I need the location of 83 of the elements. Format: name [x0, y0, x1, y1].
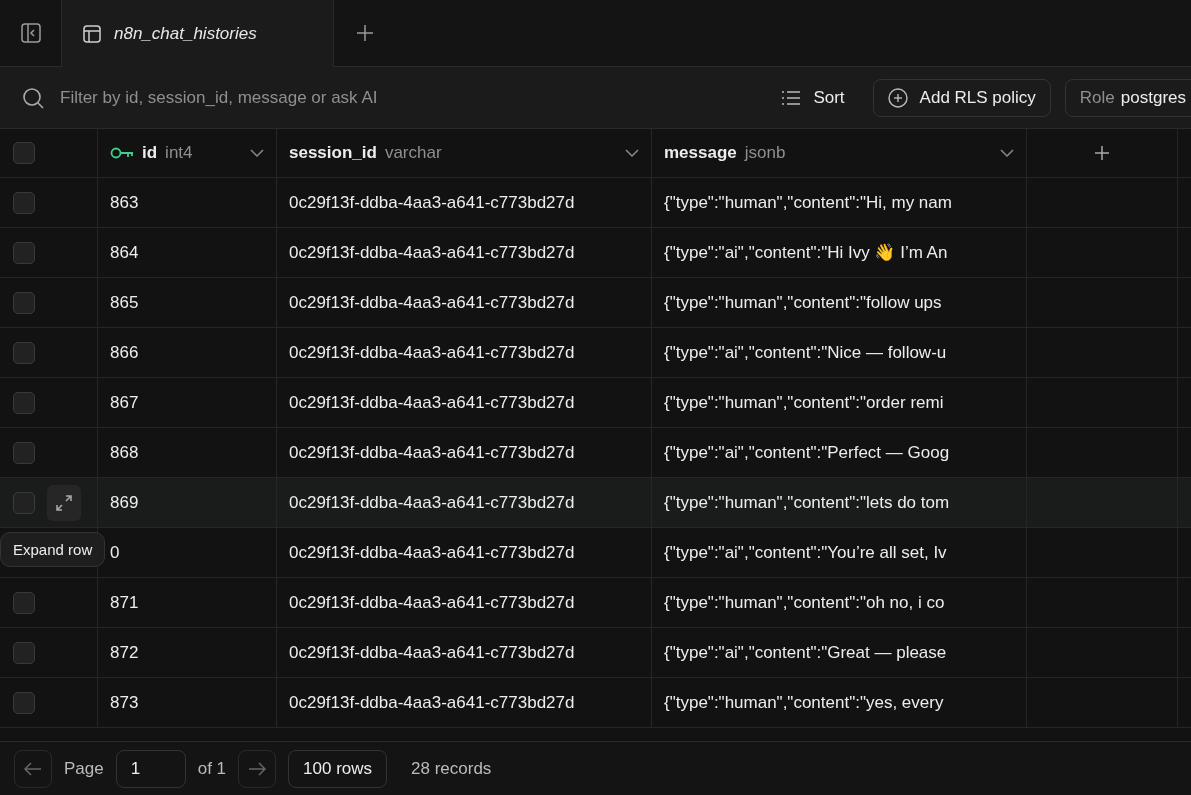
- table-cell: 0c29f13f-ddba-4aa3-a641-c773bd27d: [277, 278, 652, 327]
- table-cell: {"type":"human","content":"oh no, i co: [652, 578, 1027, 627]
- row-checkbox[interactable]: [13, 591, 35, 614]
- page-label: Page: [64, 758, 104, 779]
- table-row[interactable]: 866 0c29f13f-ddba-4aa3-a641-c773bd27d {"type":"ai","content":"Nice — follow-u: [0, 328, 1191, 378]
- table-cell: 869: [98, 478, 277, 527]
- table-cell: 0c29f13f-ddba-4aa3-a641-c773bd27d: [277, 328, 652, 377]
- add-column-icon[interactable]: [1094, 145, 1110, 161]
- table-cell: 0c29f13f-ddba-4aa3-a641-c773bd27d: [277, 378, 652, 427]
- table-cell: {"type":"human","content":"yes, every: [652, 678, 1027, 727]
- table-cell: {"type":"ai","content":"Hi Ivy 👋 I’m An: [652, 228, 1027, 277]
- page-field[interactable]: 1: [115, 749, 186, 788]
- table-cell: {"type":"human","content":"follow ups: [652, 278, 1027, 327]
- table-cell: {"type":"ai","content":"You’re all set, Iv: [652, 528, 1027, 577]
- role-dropdown[interactable]: Role postgres: [1064, 78, 1191, 117]
- table-cell: 864: [98, 228, 277, 277]
- record-count: 28 records: [411, 758, 492, 779]
- table-cell: 0c29f13f-ddba-4aa3-a641-c773bd27d: [277, 228, 652, 277]
- sort-button[interactable]: Sort: [767, 78, 859, 117]
- table-tab[interactable]: n8n_chat_histories: [62, 0, 334, 67]
- table-cell: 0c29f13f-ddba-4aa3-a641-c773bd27d: [277, 678, 652, 727]
- add-tab-icon[interactable]: [356, 24, 374, 42]
- table-cell: {"type":"human","content":"Hi, my nam: [652, 178, 1027, 227]
- add-policy-button[interactable]: Add RLS policy: [872, 78, 1051, 117]
- table-row[interactable]: 869 0c29f13f-ddba-4aa3-a641-c773bd27d {"type":"human","content":"lets do tom: [0, 478, 1191, 528]
- table-cell: 0c29f13f-ddba-4aa3-a641-c773bd27d: [277, 628, 652, 677]
- list-icon: [781, 89, 802, 106]
- row-checkbox[interactable]: [13, 191, 35, 214]
- row-checkbox[interactable]: [13, 691, 35, 714]
- table-cell: 0c29f13f-ddba-4aa3-a641-c773bd27d: [277, 478, 652, 527]
- table-cell: 871: [98, 578, 277, 627]
- table-row[interactable]: 865 0c29f13f-ddba-4aa3-a641-c773bd27d {"type":"human","content":"follow ups: [0, 278, 1191, 328]
- table-cell: {"type":"human","content":"lets do tom: [652, 478, 1027, 527]
- table-cell: 863: [98, 178, 277, 227]
- select-all-checkbox[interactable]: [13, 142, 35, 164]
- table-icon: [82, 23, 102, 44]
- next-page-button[interactable]: [238, 749, 277, 788]
- row-checkbox[interactable]: [13, 341, 35, 364]
- table-row[interactable]: 873 0c29f13f-ddba-4aa3-a641-c773bd27d {"type":"human","content":"yes, every: [0, 678, 1191, 728]
- table-cell: {"type":"ai","content":"Perfect — Goog: [652, 428, 1027, 477]
- sidebar-toggle-icon[interactable]: [19, 22, 42, 44]
- table-cell: 0c29f13f-ddba-4aa3-a641-c773bd27d: [277, 528, 652, 577]
- previous-page-button[interactable]: [14, 749, 52, 788]
- table-row[interactable]: 871 0c29f13f-ddba-4aa3-a641-c773bd27d {"type":"human","content":"oh no, i co: [0, 578, 1191, 628]
- table-cell: 872: [98, 628, 277, 677]
- row-checkbox[interactable]: [13, 241, 35, 264]
- table-row[interactable]: 864 0c29f13f-ddba-4aa3-a641-c773bd27d {"type":"ai","content":"Hi Ivy 👋 I’m An: [0, 228, 1191, 278]
- arrow-right-icon: [248, 761, 267, 776]
- table-row[interactable]: 872 0c29f13f-ddba-4aa3-a641-c773bd27d {"type":"ai","content":"Great — please: [0, 628, 1191, 678]
- table-cell: 867: [98, 378, 277, 427]
- table-cell: 0c29f13f-ddba-4aa3-a641-c773bd27d: [277, 428, 652, 477]
- table-row[interactable]: 863 0c29f13f-ddba-4aa3-a641-c773bd27d {"type":"human","content":"Hi, my nam: [0, 178, 1191, 228]
- row-checkbox[interactable]: [13, 641, 35, 664]
- table-cell: {"type":"ai","content":"Nice — follow-u: [652, 328, 1027, 377]
- table-cell: {"type":"ai","content":"Great — please: [652, 628, 1027, 677]
- table-cell: 0c29f13f-ddba-4aa3-a641-c773bd27d: [277, 178, 652, 227]
- chevron-down-icon[interactable]: [625, 149, 639, 157]
- row-checkbox[interactable]: [13, 441, 35, 464]
- chevron-down-icon[interactable]: [1000, 149, 1014, 157]
- row-checkbox[interactable]: [13, 491, 35, 514]
- column-header[interactable]: id int4: [98, 129, 277, 177]
- plus-circle-icon: [887, 87, 908, 108]
- search-icon: [22, 86, 44, 109]
- page-count: of 1: [197, 758, 227, 779]
- row-checkbox[interactable]: [13, 391, 35, 414]
- expand-row-button[interactable]: [47, 484, 81, 521]
- table-cell: 0c29f13f-ddba-4aa3-a641-c773bd27d: [277, 578, 652, 627]
- chevron-down-icon[interactable]: [250, 149, 264, 157]
- table-cell: 868: [98, 428, 277, 477]
- column-header[interactable]: message jsonb: [652, 129, 1027, 177]
- arrow-left-icon: [24, 761, 42, 776]
- row-checkbox[interactable]: [13, 291, 35, 314]
- column-header[interactable]: session_id varchar: [277, 129, 652, 177]
- table-cell: 873: [98, 678, 277, 727]
- tooltip: Expand row: [0, 532, 106, 567]
- table-cell: {"type":"human","content":"order remi: [652, 378, 1027, 427]
- table-cell: 865: [98, 278, 277, 327]
- expand-icon: [54, 492, 74, 513]
- search-field[interactable]: Filter by id, session_id, message or ask AI: [58, 86, 754, 109]
- table-cell: 866: [98, 328, 277, 377]
- table-row[interactable]: 867 0c29f13f-ddba-4aa3-a641-c773bd27d {"type":"human","content":"order remi: [0, 378, 1191, 428]
- rows-per-page-button[interactable]: 100 rows: [288, 749, 388, 788]
- key-icon: [110, 146, 134, 160]
